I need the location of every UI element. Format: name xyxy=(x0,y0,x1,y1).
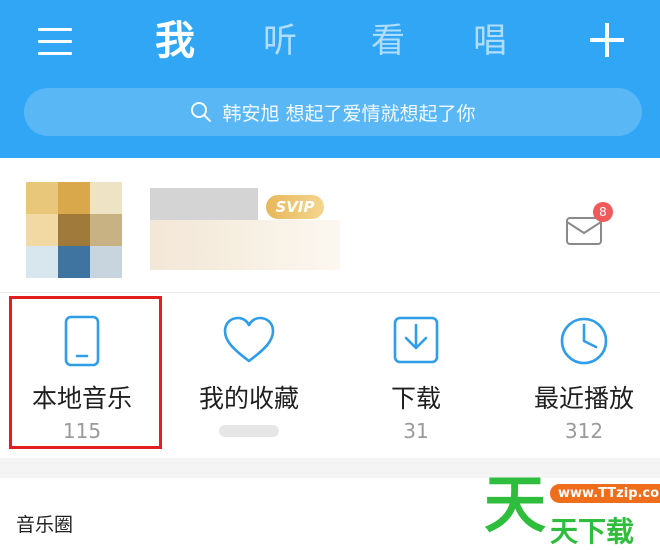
tab-listen[interactable]: 听 xyxy=(258,14,302,68)
entry-label: 下载 xyxy=(390,384,441,413)
entry-count-blurred xyxy=(219,425,279,437)
avatar[interactable] xyxy=(26,182,122,278)
phone-icon xyxy=(64,315,100,367)
entry-download[interactable]: 下载 31 xyxy=(342,293,490,458)
entry-label: 最近播放 xyxy=(533,384,634,413)
entry-label: 本地音乐 xyxy=(31,384,132,413)
entry-count: 31 xyxy=(403,419,429,443)
entry-count: 115 xyxy=(62,419,102,443)
watermark-text: 天下载 xyxy=(550,515,635,548)
search-input[interactable]: 韩安旭 想起了爱情就想起了你 xyxy=(24,88,642,136)
username-blurred xyxy=(150,188,258,220)
menu-icon[interactable] xyxy=(38,26,72,56)
svip-badge: SVIP xyxy=(266,195,324,219)
search-icon xyxy=(191,102,212,122)
tab-watch[interactable]: 看 xyxy=(366,14,410,68)
tab-sing[interactable]: 唱 xyxy=(468,14,512,68)
watermark-char: 天 xyxy=(484,468,547,541)
clock-icon xyxy=(560,317,608,365)
entry-recent-play[interactable]: 最近播放 312 xyxy=(510,293,658,458)
quick-entries: 本地音乐 115 我的收藏 下载 31 最近播放 312 xyxy=(0,293,660,458)
entry-favorites[interactable]: 我的收藏 xyxy=(175,293,323,458)
plus-icon[interactable] xyxy=(590,23,624,57)
user-info-blurred xyxy=(150,220,340,270)
tab-me[interactable]: 我 xyxy=(150,14,200,68)
entry-count: 312 xyxy=(564,419,604,443)
search-hint: 韩安旭 想起了爱情就想起了你 xyxy=(222,102,476,125)
entry-local-music[interactable]: 本地音乐 115 xyxy=(8,293,156,458)
section-title[interactable]: 音乐圈 xyxy=(16,510,73,537)
watermark-logo: 天 www.TTzip.com 天下载 xyxy=(478,470,660,549)
watermark-url: www.TTzip.com xyxy=(550,484,660,503)
entry-label: 我的收藏 xyxy=(198,384,299,413)
mail-button[interactable]: 8 xyxy=(565,202,613,252)
profile-card[interactable]: SVIP 8 xyxy=(0,158,660,292)
top-header: 我 听 看 唱 韩安旭 想起了爱情就想起了你 xyxy=(0,0,660,158)
download-icon xyxy=(393,316,439,364)
message-count-badge: 8 xyxy=(593,202,613,222)
heart-icon xyxy=(223,316,275,363)
